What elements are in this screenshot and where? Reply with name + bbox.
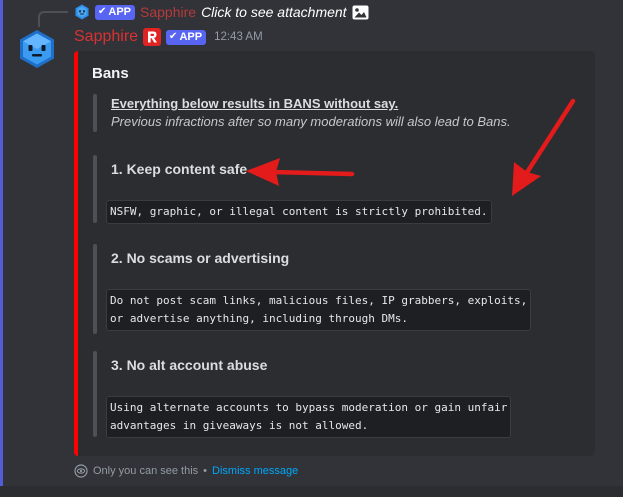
message-input-edge — [0, 486, 623, 497]
app-badge-label: APP — [179, 31, 203, 43]
code-block: Do not post scam links, malicious files,… — [106, 289, 532, 331]
reply-author[interactable]: Sapphire — [140, 4, 196, 20]
app-badge: ✔ APP — [95, 4, 136, 20]
left-accent-rail — [0, 0, 3, 486]
timestamp[interactable]: 12:43 AM — [214, 31, 263, 43]
code-line: NSFW, graphic, or illegal content is str… — [110, 205, 488, 218]
reply-connector — [38, 11, 68, 27]
verified-check-icon: ✔ — [169, 31, 178, 42]
code-block: NSFW, graphic, or illegal content is str… — [106, 200, 492, 224]
code-line: advantages in giveaways is not allowed. — [110, 419, 369, 432]
dismiss-message-link[interactable]: Dismiss message — [212, 465, 298, 477]
warning-heading: Everything below results in BANS without… — [111, 96, 399, 111]
ephemeral-note: Only you can see this — [93, 465, 199, 477]
rule-title: 2. No scams or advertising — [111, 250, 290, 266]
embed-title: Bans — [92, 65, 129, 82]
rule-title: 3. No alt account abuse — [111, 357, 268, 373]
eye-icon — [74, 464, 88, 478]
code-line: Using alternate accounts to bypass moder… — [110, 401, 508, 414]
message-header: Sapphire ✔ APP 12:43 AM — [74, 28, 263, 46]
reply-text[interactable]: Click to see attachment — [201, 4, 347, 20]
app-badge: ✔ APP — [166, 29, 207, 45]
rule-block: 1. Keep content safe NSFW, graphic, or i… — [93, 155, 492, 224]
code-line: or advertise anything, including through… — [110, 312, 409, 325]
rule-title: 1. Keep content safe — [111, 161, 248, 177]
r-role-icon[interactable] — [143, 28, 162, 46]
warning-subtext: Previous infractions after so many moder… — [111, 114, 511, 129]
image-icon[interactable] — [352, 5, 369, 20]
ephemeral-notice: Only you can see this • Dismiss message — [74, 464, 298, 478]
rule-block: 3. No alt account abuse Using alternate … — [93, 351, 512, 438]
author-name[interactable]: Sapphire — [74, 28, 138, 46]
verified-check-icon: ✔ — [98, 6, 107, 17]
app-badge-label: APP — [108, 6, 132, 18]
embed: Bans Everything below results in BANS wi… — [74, 51, 595, 456]
sapphire-bot-avatar[interactable] — [16, 28, 58, 70]
sapphire-bot-mini-avatar-icon[interactable] — [74, 4, 90, 20]
reply-preview[interactable]: ✔ APP Sapphire Click to see attachment — [74, 3, 369, 21]
rule-block: 2. No scams or advertising Do not post s… — [93, 244, 532, 334]
code-block: Using alternate accounts to bypass moder… — [106, 396, 512, 438]
separator: • — [203, 465, 208, 477]
code-line: Do not post scam links, malicious files,… — [110, 294, 528, 307]
warning-quote: Everything below results in BANS without… — [93, 94, 511, 132]
